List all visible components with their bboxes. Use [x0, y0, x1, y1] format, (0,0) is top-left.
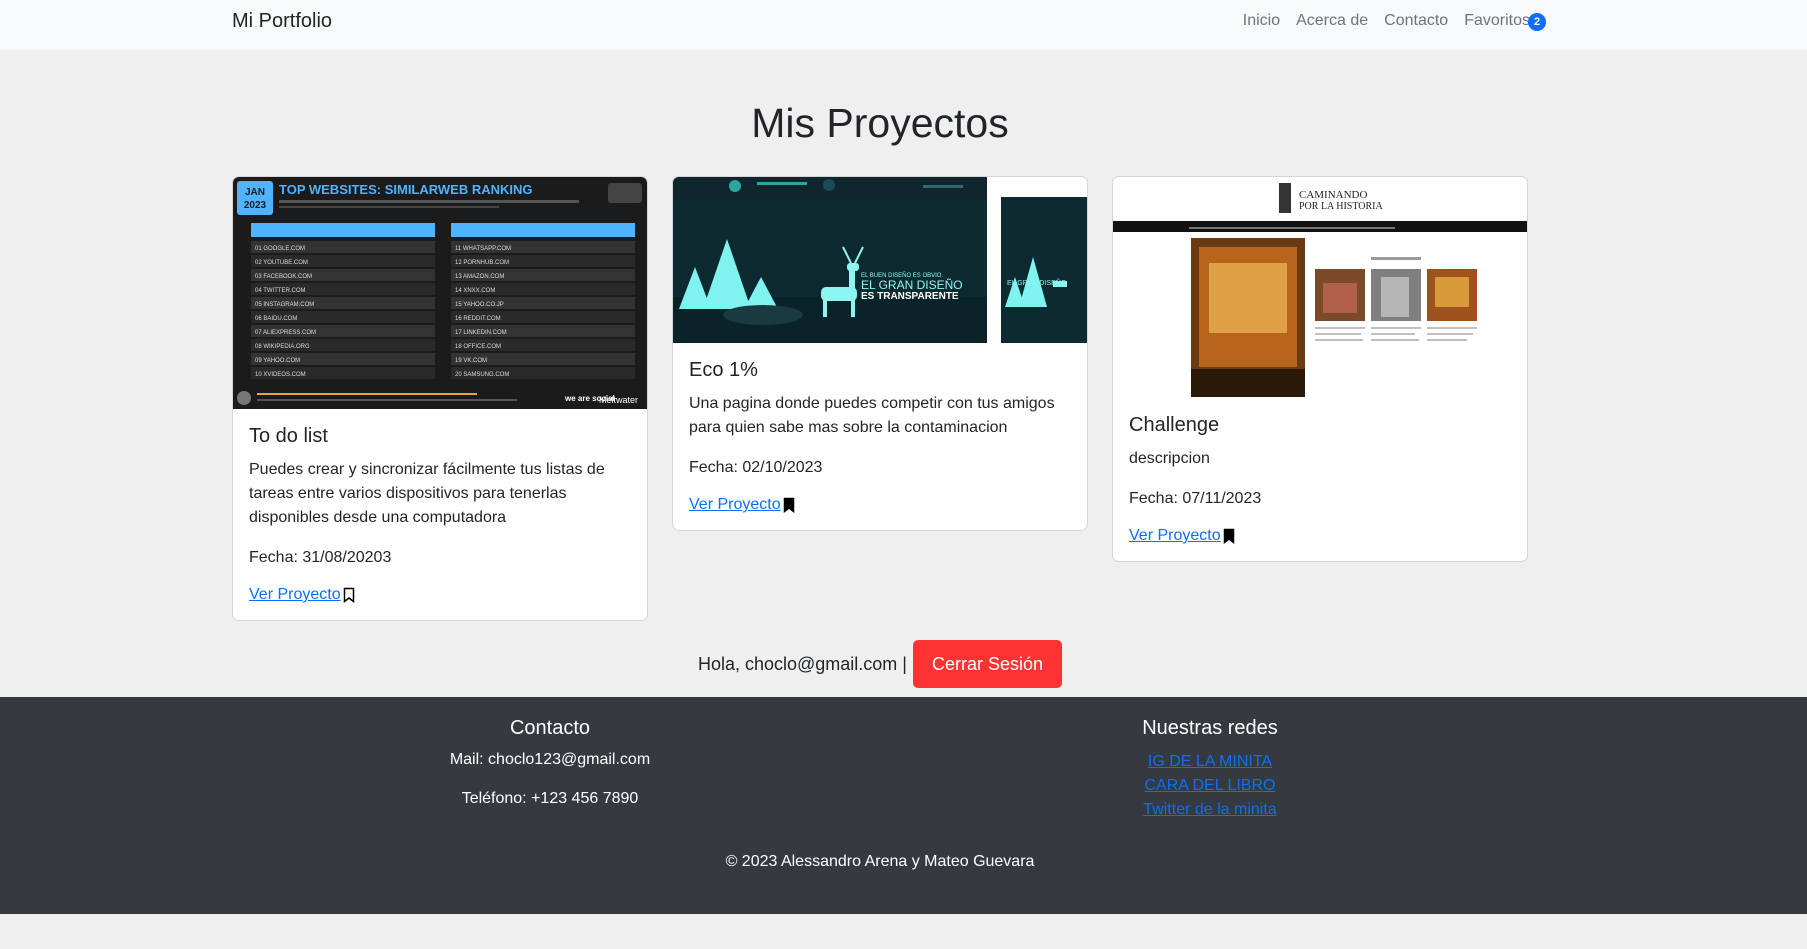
ranking-site: 05 INSTAGRAM.COM [255, 302, 314, 308]
social-link-facebook[interactable]: CARA DEL LIBRO [1010, 774, 1410, 798]
project-date: Fecha: 07/11/2023 [1129, 490, 1262, 507]
footer-mail: Mail: choclo123@gmail.com [449, 751, 651, 768]
nav-links: Inicio Acerca de Contacto Favoritos 2 [1243, 12, 1546, 31]
eco-site-image: EL BUEN DISEÑO ES OBVIO. EL GRAN DISEÑO … [673, 177, 1087, 343]
session-greeting: Hola, choclo@gmail.com | [697, 653, 907, 674]
session-bar: Hola, choclo@gmail.com | Cerrar Sesión [0, 640, 1760, 688]
ranking-site: 11 WHATSAPP.COM [455, 246, 511, 252]
ranking-site: 15 YAHOO.CO.JP [455, 302, 504, 308]
footer-copyright: © 2023 Alessandro Arena y Mateo Guevara [725, 853, 1035, 870]
image-badge-top: JAN [245, 187, 265, 198]
view-project-link[interactable]: Ver Proyecto [689, 496, 795, 514]
footer: Contacto Mail: choclo123@gmail.com Teléf… [0, 697, 1807, 914]
social-link-twitter[interactable]: Twitter de la minita [1010, 798, 1410, 822]
footer-social-title: Nuestras redes [1142, 717, 1278, 739]
project-image-eco: EL BUEN DISEÑO ES OBVIO. EL GRAN DISEÑO … [673, 177, 1087, 343]
ranking-site: 01 GOOGLE.COM [255, 246, 305, 252]
project-card-body: Eco 1% Una pagina donde puedes competir … [673, 343, 1087, 530]
ranking-site: 13 AMAZON.COM [455, 274, 504, 280]
footer-contact: Contacto Mail: choclo123@gmail.com Teléf… [350, 717, 750, 809]
bookmark-outline-icon[interactable] [343, 587, 355, 603]
nav-link-contacto[interactable]: Contacto [1384, 12, 1448, 30]
ranking-site: 10 XVIDEOS.COM [255, 372, 306, 378]
project-date: Fecha: 02/10/2023 [689, 459, 823, 476]
project-card-body: To do list Puedes crear y sincronizar fá… [233, 409, 647, 620]
ranking-site: 18 OFFICE.COM [455, 344, 501, 350]
view-project-link[interactable]: Ver Proyecto [1129, 527, 1235, 545]
project-card-body: Challenge descripcion Fecha: 07/11/2023 … [1113, 398, 1527, 561]
project-title: Eco 1% [689, 359, 758, 381]
nav-link-inicio[interactable]: Inicio [1243, 12, 1280, 30]
project-title: To do list [249, 425, 328, 447]
ranking-site: 19 VK.COM [455, 358, 487, 364]
project-image-todo: JAN 2023 TOP WEBSITES: SIMILARWEB RANKIN… [233, 177, 647, 409]
ranking-site: 04 TWITTER.COM [255, 288, 306, 294]
ranking-site: 12 PORNHUB.COM [455, 260, 509, 266]
project-description: Puedes crear y sincronizar fácilmente tu… [249, 461, 605, 526]
image-tagline-2: EL GRAN DISEÑO [861, 278, 963, 292]
project-card-challenge: CAMINANDO POR LA HISTORIA Challenge desc… [1112, 176, 1528, 562]
project-card-todo: JAN 2023 TOP WEBSITES: SIMILARWEB RANKIN… [232, 176, 648, 621]
ranking-site: 02 YOUTUBE.COM [255, 260, 308, 266]
image-heading: TOP WEBSITES: SIMILARWEB RANKING [279, 182, 533, 197]
logout-button[interactable]: Cerrar Sesión [912, 640, 1063, 688]
ranking-site: 03 FACEBOOK.COM [255, 274, 312, 280]
similarweb-ranking-image: JAN 2023 TOP WEBSITES: SIMILARWEB RANKIN… [233, 177, 647, 409]
ranking-site: 07 ALIEXPRESS.COM [255, 330, 316, 336]
view-project-label: Ver Proyecto [689, 496, 781, 513]
image-logo-line-1: CAMINANDO [1299, 189, 1368, 201]
navbar: Mi Portfolio Inicio Acerca de Contacto F… [0, 0, 1807, 50]
footer-contact-title: Contacto [509, 717, 591, 739]
nav-link-favoritos[interactable]: Favoritos 2 [1464, 12, 1546, 31]
view-project-label: Ver Proyecto [249, 586, 341, 603]
view-project-label: Ver Proyecto [1129, 527, 1221, 544]
image-badge-year: 2023 [244, 200, 267, 211]
ranking-site: 08 WIKIPEDIA.ORG [255, 344, 310, 350]
image-brand-meltwater: Meltwater [599, 395, 638, 405]
nav-link-favoritos-label: Favoritos [1464, 12, 1530, 29]
project-image-challenge: CAMINANDO POR LA HISTORIA [1113, 177, 1527, 398]
social-link-instagram[interactable]: IG DE LA MINITA [1010, 750, 1410, 774]
project-title: Challenge [1129, 414, 1220, 436]
project-card-eco: EL BUEN DISEÑO ES OBVIO. EL GRAN DISEÑO … [672, 176, 1088, 531]
nav-link-acerca[interactable]: Acerca de [1296, 12, 1368, 30]
ranking-site: 16 REDDIT.COM [455, 316, 501, 322]
project-description: descripcion [1129, 450, 1210, 467]
footer-social: Nuestras redes IG DE LA MINITA CARA DEL … [1010, 717, 1410, 822]
project-date: Fecha: 31/08/20203 [249, 549, 392, 566]
bookmark-filled-icon[interactable] [783, 497, 795, 513]
ranking-site: 06 BAIDU.COM [255, 316, 297, 322]
favorites-count-badge: 2 [1528, 13, 1546, 31]
ranking-site: 09 YAHOO.COM [255, 358, 300, 364]
project-description: Una pagina donde puedes competir con tus… [689, 395, 1055, 436]
svg-text:EL GRAN DISEÑO: EL GRAN DISEÑO [1007, 278, 1067, 287]
caminando-historia-image: CAMINANDO POR LA HISTORIA [1113, 177, 1527, 398]
ranking-site: 17 LINKEDIN.COM [455, 330, 507, 336]
navbar-brand[interactable]: Mi Portfolio [232, 10, 332, 33]
ranking-site: 14 XNXX.COM [455, 288, 495, 294]
page-title: Mis Proyectos [751, 100, 1009, 146]
footer-phone: Teléfono: +123 456 7890 [461, 790, 639, 807]
image-tagline-3: ES TRANSPARENTE [861, 291, 959, 302]
image-logo-line-2: POR LA HISTORIA [1299, 201, 1383, 212]
bookmark-filled-icon[interactable] [1223, 528, 1235, 544]
ranking-site: 20 SAMSUNG.COM [455, 372, 509, 378]
view-project-link[interactable]: Ver Proyecto [249, 586, 355, 604]
